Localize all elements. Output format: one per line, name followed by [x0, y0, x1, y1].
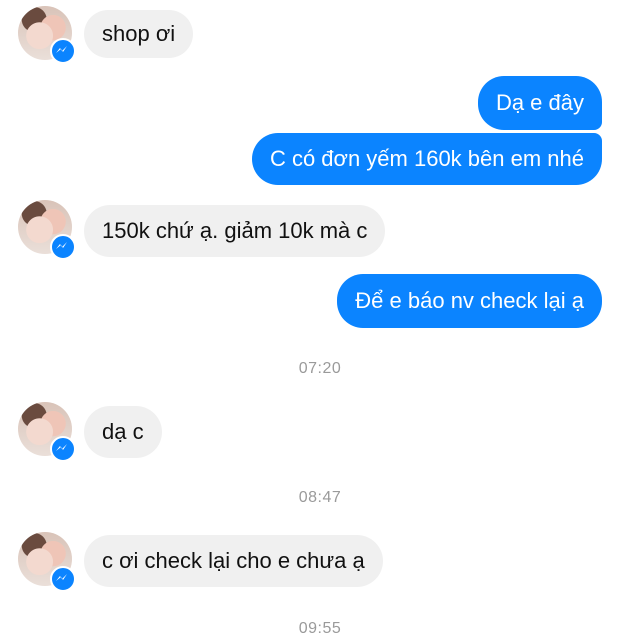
messenger-icon — [50, 436, 76, 462]
outgoing-message[interactable]: C có đơn yếm 160k bên em nhé — [251, 133, 602, 185]
messenger-icon — [50, 234, 76, 260]
outgoing-message[interactable]: Để e báo nv check lại ạ — [337, 274, 602, 328]
incoming-message[interactable]: dạ c — [84, 406, 162, 458]
outgoing-message[interactable]: Dạ e đây — [477, 76, 602, 130]
messenger-icon — [50, 566, 76, 592]
incoming-message[interactable]: c ơi check lại cho e chưa ạ — [84, 535, 383, 587]
timestamp: 07:20 — [298, 360, 342, 377]
chat-thread: shop ơi Dạ e đây C có đơn yếm 160k bên e… — [0, 0, 640, 640]
timestamp: 08:47 — [298, 489, 342, 506]
incoming-message[interactable]: 150k chứ ạ. giảm 10k mà c — [84, 205, 386, 257]
messenger-icon — [50, 38, 76, 64]
timestamp: 09:55 — [298, 620, 342, 637]
incoming-message[interactable]: shop ơi — [84, 10, 194, 58]
